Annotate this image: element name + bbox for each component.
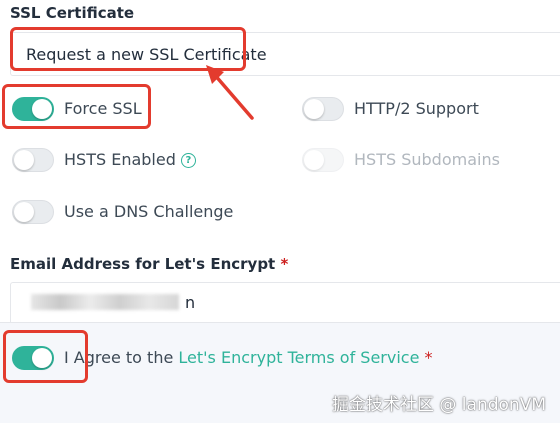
required-mark: *: [424, 348, 433, 367]
lets-encrypt-terms-link[interactable]: Let's Encrypt Terms of Service: [178, 348, 419, 367]
annotation-box-force-ssl: [2, 84, 151, 129]
agree-terms-row: I Agree to the Let's Encrypt Terms of Se…: [64, 348, 433, 367]
email-label-text: Email Address for Let's Encrypt: [10, 255, 276, 273]
annotation-box-agree-toggle: [3, 330, 88, 383]
email-value-fragment: n: [185, 293, 196, 312]
toggle-knob: [304, 99, 324, 119]
required-mark: *: [280, 255, 289, 273]
dns-challenge-toggle[interactable]: [12, 200, 54, 224]
http2-support-label: HTTP/2 Support: [354, 99, 479, 118]
hsts-enabled-label: HSTS Enabled: [64, 150, 176, 169]
watermark-text: 掘金技术社区 @ landonVM: [332, 395, 546, 415]
email-label: Email Address for Let's Encrypt *: [10, 255, 288, 273]
toggle-knob: [14, 150, 34, 170]
hsts-enabled-row: HSTS Enabled ?: [64, 150, 196, 169]
redacted-email-blur: [31, 294, 179, 310]
hsts-enabled-toggle[interactable]: [12, 148, 54, 172]
hsts-subdomains-label: HSTS Subdomains: [354, 150, 500, 169]
ssl-certificate-label: SSL Certificate: [10, 4, 135, 22]
toggle-knob: [14, 202, 34, 222]
dns-challenge-label: Use a DNS Challenge: [64, 202, 234, 221]
email-input[interactable]: n: [10, 282, 560, 326]
question-circle-icon[interactable]: ?: [180, 153, 196, 168]
toggle-knob: [304, 150, 324, 170]
annotation-arrow-icon: [206, 65, 254, 120]
http2-support-toggle[interactable]: [302, 97, 344, 121]
hsts-subdomains-toggle: [302, 148, 344, 172]
